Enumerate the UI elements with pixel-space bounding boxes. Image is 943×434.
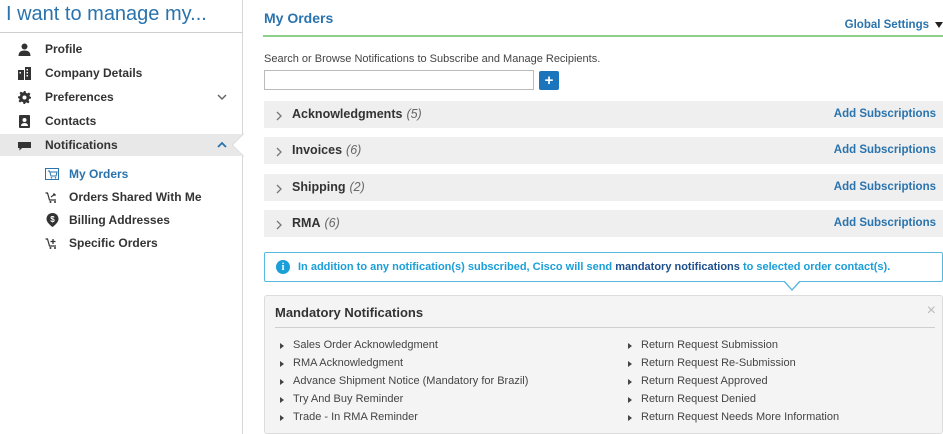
list-item: Try And Buy Reminder xyxy=(277,393,403,405)
category-row-acknowledgments[interactable]: Acknowledgments (5) Add Subscriptions xyxy=(264,101,943,128)
list-item: Return Request Approved xyxy=(625,375,768,387)
category-label: RMA (6) xyxy=(292,216,340,230)
add-subscriptions-link[interactable]: Add Subscriptions xyxy=(834,217,936,229)
list-item: Return Request Denied xyxy=(625,393,756,405)
sidebar-item-label: Contacts xyxy=(45,114,97,128)
gear-icon xyxy=(17,90,31,104)
list-item: Sales Order Acknowledgment xyxy=(277,339,438,351)
list-item: Return Request Needs More Information xyxy=(625,411,839,423)
close-icon[interactable]: × xyxy=(927,302,936,320)
sidebar-item-preferences[interactable]: Preferences xyxy=(0,86,243,108)
category-count: (5) xyxy=(406,107,422,121)
mandatory-panel-title: Mandatory Notifications xyxy=(275,305,424,320)
global-settings-dropdown[interactable]: Global Settings xyxy=(845,19,943,31)
list-item: Return Request Re-Submission xyxy=(625,357,796,369)
page-title: My Orders xyxy=(264,10,334,26)
sidebar-subitem-my-orders[interactable]: My Orders xyxy=(0,163,243,185)
category-label: Invoices (6) xyxy=(292,143,362,157)
sidebar-title-divider xyxy=(0,32,243,33)
sidebar-item-notifications[interactable]: Notifications xyxy=(0,133,244,157)
category-label: Acknowledgments (5) xyxy=(292,107,422,121)
shared-cart-icon xyxy=(45,190,59,204)
chevron-right-icon xyxy=(275,183,283,194)
category-label: Shipping (2) xyxy=(292,180,365,194)
chevron-down-icon xyxy=(216,91,228,103)
sidebar-subitem-orders-shared[interactable]: Orders Shared With Me xyxy=(0,186,243,208)
sidebar-item-label: Profile xyxy=(45,42,83,56)
add-subscriptions-link[interactable]: Add Subscriptions xyxy=(834,108,936,120)
sidebar: I want to manage my... Profile Company D… xyxy=(0,0,244,434)
sidebar-subitem-label: Specific Orders xyxy=(69,236,158,250)
dollar-icon: $ xyxy=(45,213,59,227)
chevron-right-icon xyxy=(275,146,283,157)
sidebar-subitem-specific-orders[interactable]: Specific Orders xyxy=(0,232,243,254)
category-count: (6) xyxy=(346,143,362,157)
category-row-invoices[interactable]: Invoices (6) Add Subscriptions xyxy=(264,137,943,164)
user-icon xyxy=(17,42,31,56)
list-item: Trade - In RMA Reminder xyxy=(277,411,418,423)
add-subscriptions-link[interactable]: Add Subscriptions xyxy=(834,144,936,156)
sidebar-subitem-label: Billing Addresses xyxy=(69,213,170,227)
info-text: In addition to any notification(s) subsc… xyxy=(298,261,891,273)
svg-text:$: $ xyxy=(50,215,55,224)
list-item: Return Request Submission xyxy=(625,339,778,351)
address-book-icon xyxy=(17,114,31,128)
mandatory-notifications-panel: Mandatory Notifications × Sales Order Ac… xyxy=(264,295,943,434)
add-subscriptions-link[interactable]: Add Subscriptions xyxy=(834,181,936,193)
sidebar-subitem-label: Orders Shared With Me xyxy=(69,190,202,204)
search-hint: Search or Browse Notifications to Subscr… xyxy=(264,53,601,65)
category-count: (6) xyxy=(324,216,340,230)
comment-icon xyxy=(17,138,31,152)
global-settings-label: Global Settings xyxy=(844,19,929,31)
category-row-shipping[interactable]: Shipping (2) Add Subscriptions xyxy=(264,174,943,201)
list-item: RMA Acknowledgment xyxy=(277,357,403,369)
cart-plus-icon xyxy=(45,236,59,250)
info-icon: i xyxy=(276,260,290,274)
mandatory-info-callout: i In addition to any notification(s) sub… xyxy=(264,252,943,282)
chevron-up-icon xyxy=(216,139,228,151)
building-icon xyxy=(17,66,31,80)
caret-down-icon xyxy=(935,22,943,28)
list-item: Advance Shipment Notice (Mandatory for B… xyxy=(277,375,528,387)
sidebar-subitem-billing-addresses[interactable]: $ Billing Addresses xyxy=(0,209,243,231)
sidebar-title: I want to manage my... xyxy=(6,3,207,25)
chevron-right-icon xyxy=(275,219,283,230)
mandatory-notifications-link[interactable]: mandatory notifications xyxy=(615,261,740,273)
main-content: My Orders Global Settings Search or Brow… xyxy=(263,0,943,434)
callout-pointer-fill xyxy=(784,280,800,289)
search-input[interactable] xyxy=(264,70,534,90)
chevron-right-icon xyxy=(275,110,283,121)
sidebar-item-label: Preferences xyxy=(45,90,114,104)
sidebar-item-company-details[interactable]: Company Details xyxy=(0,62,243,84)
sidebar-subitem-label: My Orders xyxy=(69,167,129,181)
cart-icon xyxy=(45,167,59,181)
category-count: (2) xyxy=(349,180,365,194)
sidebar-item-label: Notifications xyxy=(45,138,118,152)
category-row-rma[interactable]: RMA (6) Add Subscriptions xyxy=(264,210,943,237)
sidebar-item-profile[interactable]: Profile xyxy=(0,38,243,60)
add-button[interactable]: + xyxy=(539,71,559,90)
title-divider xyxy=(263,35,943,37)
mandatory-panel-divider xyxy=(275,327,935,328)
sidebar-item-label: Company Details xyxy=(45,66,143,80)
sidebar-item-contacts[interactable]: Contacts xyxy=(0,110,243,132)
active-indicator-fill xyxy=(233,134,244,156)
